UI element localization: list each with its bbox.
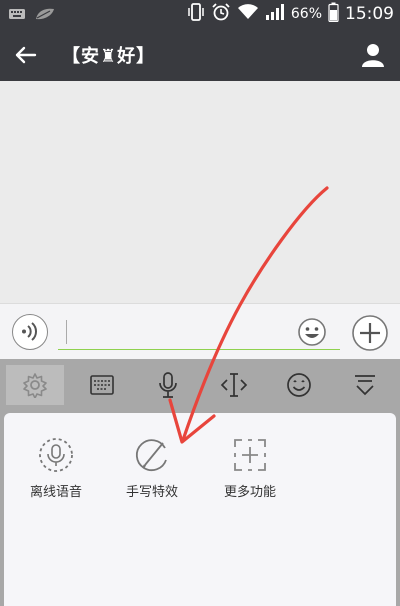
wifi-icon bbox=[237, 3, 259, 25]
keyboard-cursor-button[interactable] bbox=[205, 365, 263, 405]
settings-icon bbox=[23, 373, 47, 398]
keyboard-emoji-button[interactable] bbox=[270, 365, 328, 405]
emoji-icon bbox=[287, 373, 311, 397]
voice-button[interactable] bbox=[12, 314, 48, 350]
back-button[interactable] bbox=[10, 40, 42, 70]
battery-percent: 66% bbox=[290, 6, 322, 22]
battery-icon bbox=[328, 2, 339, 26]
vibrate-icon bbox=[187, 2, 205, 26]
keyboard-icon bbox=[8, 6, 26, 25]
handwriting-feature[interactable]: 手写特效 bbox=[112, 435, 192, 500]
plus-button[interactable] bbox=[351, 314, 389, 352]
signal-icon bbox=[265, 3, 285, 25]
plus-icon bbox=[352, 315, 388, 351]
clock: 15:09 bbox=[345, 4, 394, 24]
title-bar: 【安♜好】 bbox=[0, 28, 400, 81]
back-arrow-icon bbox=[15, 46, 37, 64]
handwriting-label: 手写特效 bbox=[125, 485, 178, 500]
profile-button[interactable] bbox=[358, 40, 388, 70]
voice-icon bbox=[22, 322, 38, 341]
handwriting-icon bbox=[132, 435, 172, 475]
keyboard-toolbar bbox=[0, 359, 400, 409]
chat-title: 【安♜好】 bbox=[62, 46, 156, 67]
offline-voice-label: 离线语音 bbox=[29, 485, 82, 500]
more-functions-label: 更多功能 bbox=[223, 485, 276, 500]
offline-voice-icon bbox=[36, 435, 76, 475]
offline-voice-feature[interactable]: 离线语音 bbox=[16, 435, 96, 500]
cursor-icon bbox=[220, 373, 248, 397]
emoji-button[interactable] bbox=[297, 317, 327, 347]
alarm-icon bbox=[211, 2, 231, 26]
text-cursor bbox=[66, 320, 67, 344]
feature-panel: 离线语音 手写特效 更多功能 bbox=[0, 409, 400, 606]
keyboard-voice-button[interactable] bbox=[139, 365, 197, 405]
status-bar: 66% 15:09 bbox=[0, 0, 400, 28]
keyboard-collapse-button[interactable] bbox=[336, 365, 394, 405]
chat-area bbox=[0, 81, 400, 303]
keyboard-layout-button[interactable] bbox=[73, 365, 131, 405]
keyboard-icon bbox=[90, 375, 114, 395]
microphone-icon bbox=[159, 372, 177, 398]
smiley-icon bbox=[298, 318, 326, 346]
person-icon bbox=[362, 44, 384, 67]
leaf-icon bbox=[34, 6, 56, 25]
keyboard-settings-button[interactable] bbox=[6, 365, 64, 405]
input-bar bbox=[0, 303, 400, 359]
more-functions-feature[interactable]: 更多功能 bbox=[210, 435, 290, 500]
more-functions-icon bbox=[230, 435, 270, 475]
feature-panel-body: 离线语音 手写特效 更多功能 bbox=[4, 413, 396, 606]
collapse-icon bbox=[355, 375, 375, 396]
